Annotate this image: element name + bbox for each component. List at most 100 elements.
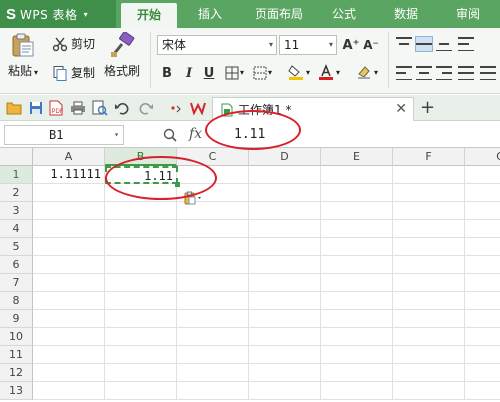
- grid-cell[interactable]: [177, 220, 249, 238]
- grid-cell[interactable]: [249, 382, 321, 400]
- grid-cell[interactable]: [393, 256, 465, 274]
- row-header-9[interactable]: 9: [0, 310, 33, 328]
- zoom-magnifier-icon[interactable]: [162, 127, 178, 143]
- redo-icon[interactable]: [138, 100, 154, 116]
- tab-home[interactable]: 开始: [121, 3, 177, 28]
- column-header-a[interactable]: A: [33, 148, 105, 166]
- grid-cell[interactable]: [393, 292, 465, 310]
- grid-cell[interactable]: [105, 220, 177, 238]
- tab-page-layout[interactable]: 页面布局: [246, 0, 312, 28]
- row-header-2[interactable]: 2: [0, 184, 33, 202]
- open-folder-icon[interactable]: [6, 100, 22, 116]
- grid-cell[interactable]: [177, 310, 249, 328]
- grid-cell[interactable]: [393, 166, 465, 184]
- grid-cell[interactable]: [249, 364, 321, 382]
- grid-cell[interactable]: [33, 328, 105, 346]
- grid-cell[interactable]: [393, 274, 465, 292]
- insert-function-button[interactable]: fx: [189, 126, 202, 142]
- grid-cell[interactable]: [105, 382, 177, 400]
- grid-cell[interactable]: [321, 310, 393, 328]
- cut-button[interactable]: 剪切: [52, 35, 95, 52]
- grid-cell[interactable]: [249, 310, 321, 328]
- grid-cell[interactable]: [249, 166, 321, 184]
- grid-cell[interactable]: [105, 238, 177, 256]
- fill-color-icon[interactable]: [288, 64, 304, 80]
- align-top-button[interactable]: [396, 37, 412, 51]
- grid-cell[interactable]: [33, 274, 105, 292]
- italic-button[interactable]: I: [180, 64, 198, 82]
- grid-cell[interactable]: [321, 184, 393, 202]
- grid-cell[interactable]: [177, 274, 249, 292]
- grid-cell[interactable]: [321, 202, 393, 220]
- tab-formulas[interactable]: 公式: [322, 0, 366, 28]
- grid-cell[interactable]: [249, 202, 321, 220]
- grid-cell[interactable]: [321, 274, 393, 292]
- print-icon[interactable]: [70, 100, 86, 116]
- grid-cell[interactable]: [105, 274, 177, 292]
- row-header-7[interactable]: 7: [0, 274, 33, 292]
- underline-button[interactable]: U: [200, 64, 218, 82]
- merge-cells-icon[interactable]: [252, 65, 268, 81]
- format-painter-button[interactable]: 格式刷: [104, 32, 140, 79]
- export-pdf-icon[interactable]: PDF: [48, 100, 64, 116]
- grid-cell[interactable]: [465, 238, 500, 256]
- row-header-4[interactable]: 4: [0, 220, 33, 238]
- grid-cell[interactable]: [321, 382, 393, 400]
- grid-cell[interactable]: [177, 292, 249, 310]
- font-color-icon[interactable]: [318, 64, 334, 80]
- new-tab-button[interactable]: +: [420, 97, 435, 118]
- grid-cell[interactable]: [393, 238, 465, 256]
- font-size-select[interactable]: 11 ▾: [279, 35, 337, 55]
- grid-cell[interactable]: [465, 184, 500, 202]
- select-all-corner[interactable]: [0, 148, 33, 166]
- undo-icon[interactable]: [114, 100, 130, 116]
- grid-cell[interactable]: [465, 166, 500, 184]
- grid-cell[interactable]: [393, 184, 465, 202]
- grid-cell[interactable]: [465, 364, 500, 382]
- grid-cell[interactable]: [321, 346, 393, 364]
- tab-review[interactable]: 审阅: [446, 0, 490, 28]
- grid-cell[interactable]: [249, 220, 321, 238]
- align-center-button[interactable]: [416, 66, 432, 80]
- borders-icon[interactable]: [224, 65, 240, 81]
- clear-format-icon[interactable]: [356, 64, 372, 80]
- row-header-1[interactable]: 1: [0, 166, 33, 184]
- grid-cell[interactable]: [33, 292, 105, 310]
- grid-cell[interactable]: [177, 364, 249, 382]
- column-header-d[interactable]: D: [249, 148, 321, 166]
- grid-cell[interactable]: [249, 328, 321, 346]
- font-name-select[interactable]: 宋体 ▾: [157, 35, 277, 55]
- grid-cell[interactable]: [33, 238, 105, 256]
- grid-cell[interactable]: [465, 328, 500, 346]
- grid-cell[interactable]: [321, 256, 393, 274]
- grid-cell[interactable]: [465, 292, 500, 310]
- grid-cell[interactable]: [249, 274, 321, 292]
- grid-cell[interactable]: [249, 256, 321, 274]
- cell-a1[interactable]: 1.11111: [33, 166, 105, 184]
- grid-cell[interactable]: [33, 346, 105, 364]
- grid-cell[interactable]: [393, 202, 465, 220]
- grid-cell[interactable]: [105, 328, 177, 346]
- shrink-font-button[interactable]: A⁻: [362, 36, 380, 54]
- grid-cell[interactable]: [465, 346, 500, 364]
- distributed-align-button[interactable]: [480, 66, 496, 80]
- grid-cell[interactable]: [393, 220, 465, 238]
- grid-cell[interactable]: [177, 346, 249, 364]
- grid-cell[interactable]: [33, 220, 105, 238]
- grid-cell[interactable]: [177, 328, 249, 346]
- print-preview-icon[interactable]: [92, 100, 108, 116]
- tab-data[interactable]: 数据: [384, 0, 428, 28]
- column-header-f[interactable]: F: [393, 148, 465, 166]
- paste-button[interactable]: 粘贴 ▾: [8, 32, 38, 79]
- grid-cell[interactable]: [393, 382, 465, 400]
- grid-cell[interactable]: [33, 310, 105, 328]
- wrap-text-button[interactable]: [458, 37, 474, 51]
- grid-cell[interactable]: [393, 346, 465, 364]
- wps-app-menu-button[interactable]: S WPS 表格 ▾: [0, 0, 116, 28]
- row-header-6[interactable]: 6: [0, 256, 33, 274]
- grid-cell[interactable]: [249, 292, 321, 310]
- grid-cell[interactable]: [33, 364, 105, 382]
- grid-cell[interactable]: [33, 256, 105, 274]
- grid-cell[interactable]: [465, 220, 500, 238]
- row-header-8[interactable]: 8: [0, 292, 33, 310]
